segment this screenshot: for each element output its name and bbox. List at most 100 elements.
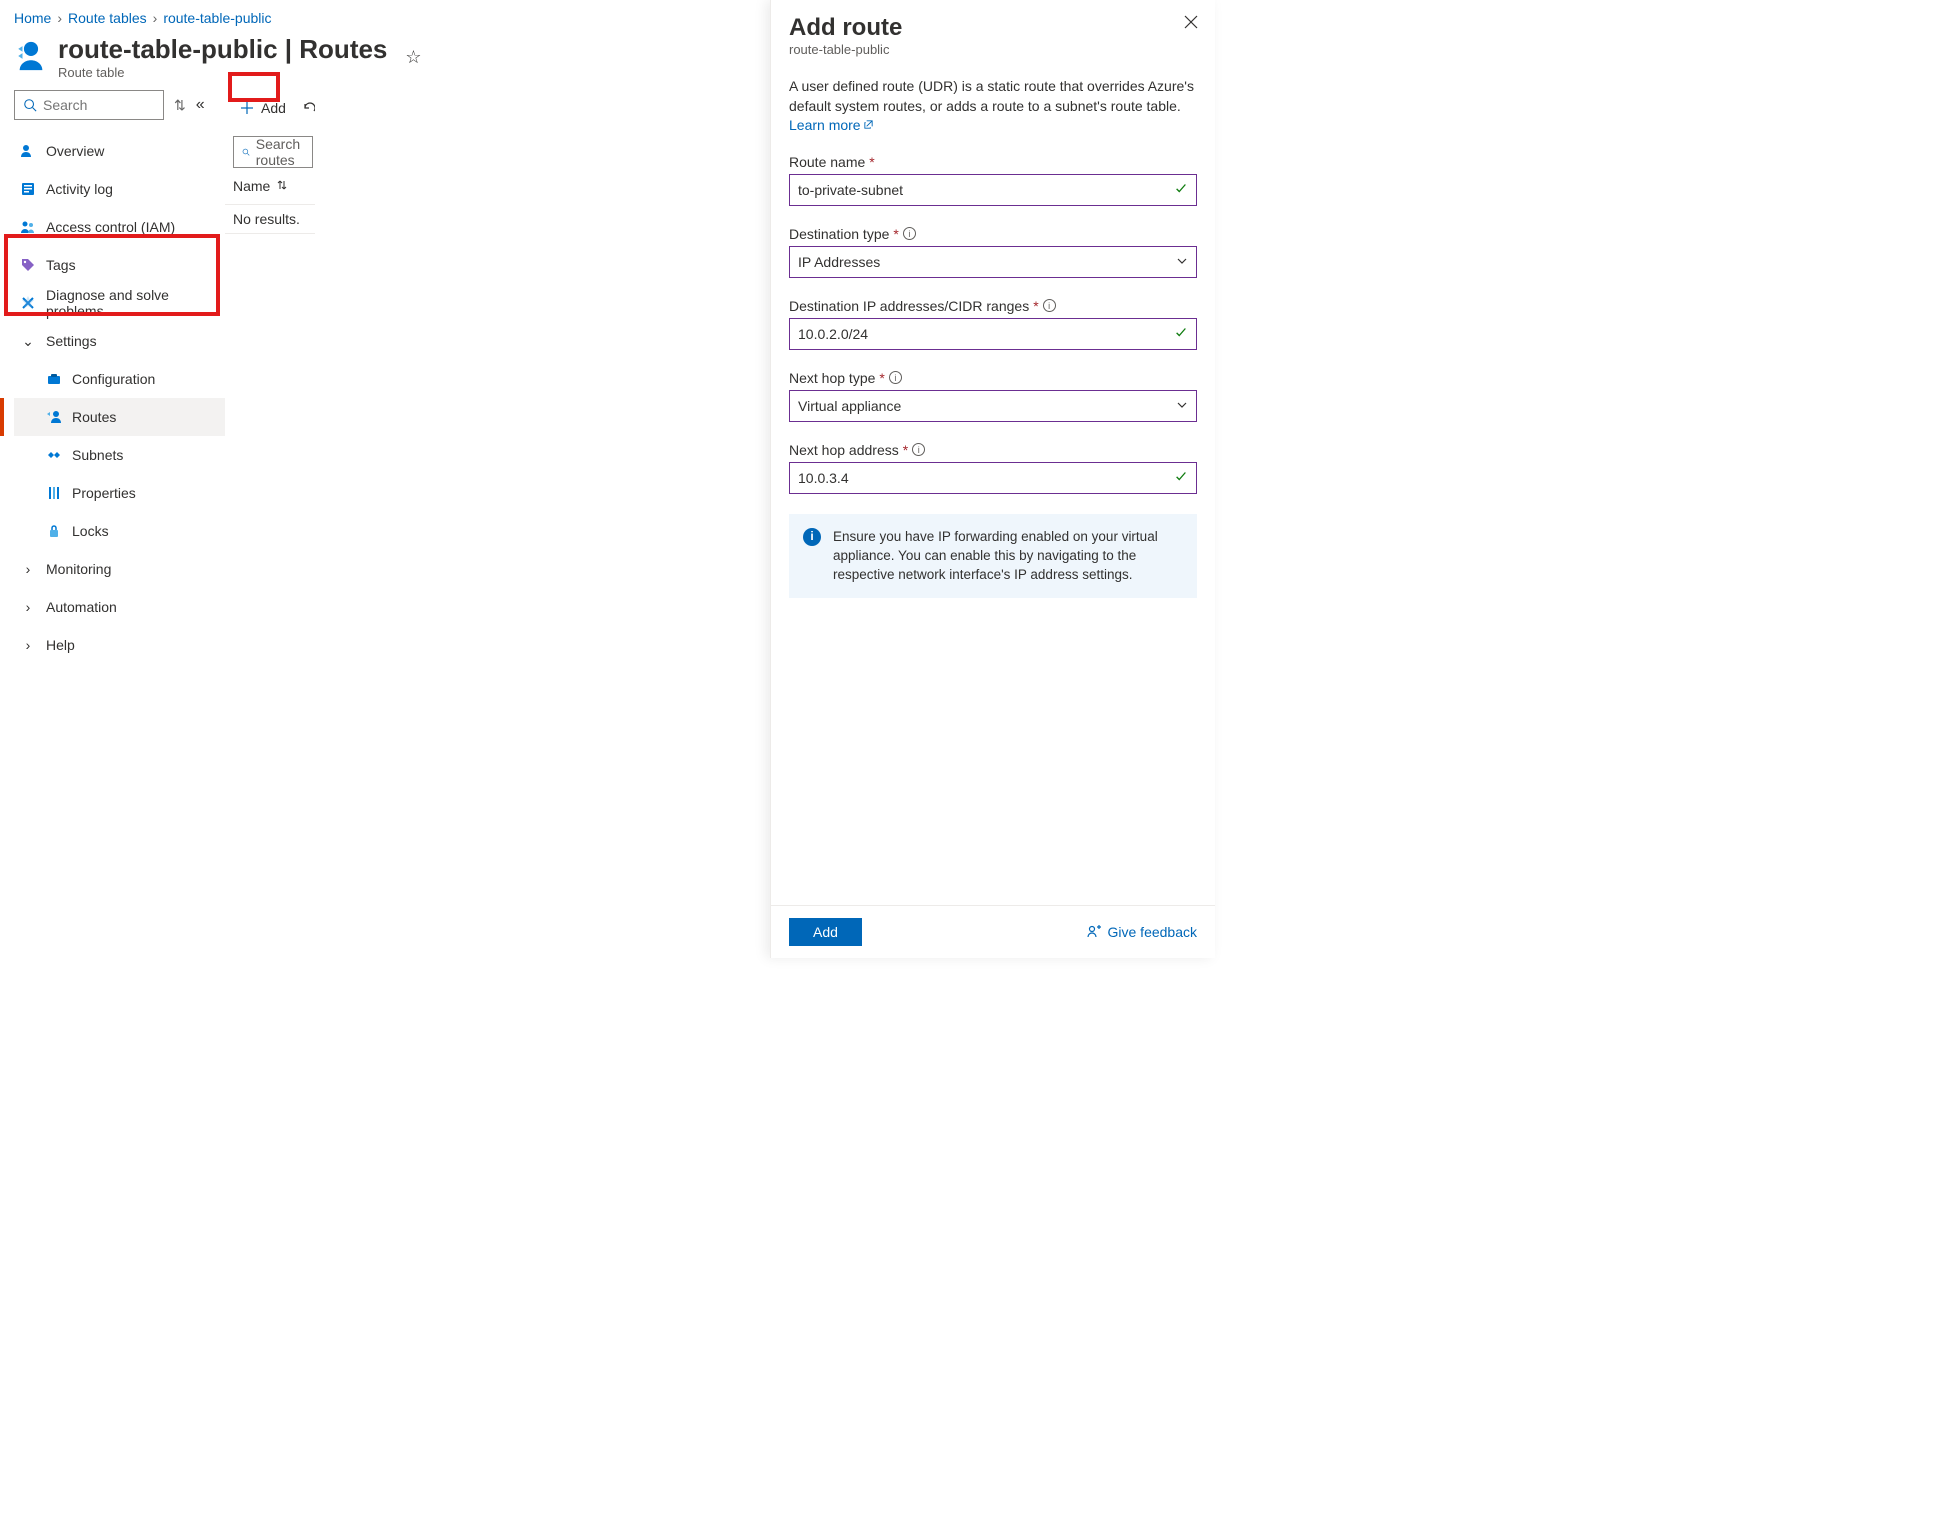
chevron-right-icon: › xyxy=(153,10,158,26)
info-box: i Ensure you have IP forwarding enabled … xyxy=(789,514,1197,599)
search-icon xyxy=(242,145,250,159)
page-title: route-table-public | Routes xyxy=(58,34,387,65)
route-name-label: Route name* xyxy=(789,154,1197,170)
chevron-down-icon: ⌄ xyxy=(20,333,36,349)
search-icon xyxy=(23,98,37,112)
add-button[interactable]: Add xyxy=(233,96,292,120)
properties-icon xyxy=(46,485,62,501)
chevron-right-icon: › xyxy=(57,10,62,26)
info-icon[interactable]: i xyxy=(912,443,925,456)
sidebar-item-configuration[interactable]: Configuration xyxy=(14,360,225,398)
valid-check-icon xyxy=(1174,325,1188,342)
sort-icon xyxy=(276,178,288,194)
sidebar-label: Diagnose and solve problems xyxy=(46,287,219,319)
sidebar-label: Activity log xyxy=(46,181,113,197)
sidebar-label: Settings xyxy=(46,333,97,349)
routes-search-placeholder: Search routes xyxy=(256,136,304,168)
next-hop-address-input[interactable] xyxy=(789,462,1197,494)
routes-icon xyxy=(46,409,62,425)
panel-subtitle: route-table-public xyxy=(789,42,1197,57)
sidebar-label: Automation xyxy=(46,599,117,615)
sidebar-section-settings[interactable]: ⌄ Settings xyxy=(14,322,225,360)
learn-more-link[interactable]: Learn more xyxy=(789,117,874,133)
subnets-icon xyxy=(46,447,62,463)
destination-type-value: IP Addresses xyxy=(798,254,1176,270)
info-icon[interactable]: i xyxy=(889,371,902,384)
sidebar-item-locks[interactable]: Locks xyxy=(14,512,225,550)
diagnose-icon xyxy=(20,295,36,311)
info-icon[interactable]: i xyxy=(903,227,916,240)
column-label: Name xyxy=(233,178,270,194)
sidebar: ⇅ « Overview Activity log Access control… xyxy=(0,90,225,664)
feedback-icon xyxy=(1086,924,1102,940)
table-header-name[interactable]: Name xyxy=(225,168,315,204)
breadcrumb-home[interactable]: Home xyxy=(14,10,51,26)
info-icon[interactable]: i xyxy=(1043,299,1056,312)
sidebar-search[interactable] xyxy=(14,90,164,120)
sidebar-item-overview[interactable]: Overview xyxy=(14,132,225,170)
sidebar-section-monitoring[interactable]: › Monitoring xyxy=(14,550,225,588)
route-name-input[interactable] xyxy=(789,174,1197,206)
sidebar-label: Access control (IAM) xyxy=(46,219,175,235)
give-feedback-link[interactable]: Give feedback xyxy=(1086,924,1198,940)
sidebar-label: Locks xyxy=(72,523,109,539)
sidebar-label: Configuration xyxy=(72,371,155,387)
sidebar-section-automation[interactable]: › Automation xyxy=(14,588,225,626)
routes-search[interactable]: Search routes xyxy=(233,136,313,168)
expand-icon[interactable]: ⇅ xyxy=(174,97,186,114)
chevron-right-icon: › xyxy=(20,637,36,653)
panel-description: A user defined route (UDR) is a static r… xyxy=(789,77,1197,136)
next-hop-address-label: Next hop address* i xyxy=(789,442,1197,458)
sidebar-search-input[interactable] xyxy=(43,97,155,113)
refresh-icon xyxy=(302,100,315,116)
add-route-panel: Add route route-table-public A user defi… xyxy=(770,0,1215,958)
add-label: Add xyxy=(261,100,286,116)
info-circle-icon: i xyxy=(803,528,821,546)
route-name-field[interactable] xyxy=(798,182,1174,198)
sidebar-label: Tags xyxy=(46,257,76,273)
chevron-right-icon: › xyxy=(20,561,36,577)
page-subtitle: Route table xyxy=(58,65,387,80)
next-hop-type-label: Next hop type* i xyxy=(789,370,1197,386)
sidebar-item-tags[interactable]: Tags xyxy=(14,246,225,284)
sidebar-label: Routes xyxy=(72,409,116,425)
close-button[interactable] xyxy=(1183,14,1199,33)
locks-icon xyxy=(46,523,62,539)
valid-check-icon xyxy=(1174,181,1188,198)
chevron-right-icon: › xyxy=(20,599,36,615)
cidr-field[interactable] xyxy=(798,326,1174,342)
panel-add-button[interactable]: Add xyxy=(789,918,862,946)
valid-check-icon xyxy=(1174,469,1188,486)
tags-icon xyxy=(20,257,36,273)
next-hop-type-value: Virtual appliance xyxy=(798,398,1176,414)
configuration-icon xyxy=(46,371,62,387)
chevron-down-icon xyxy=(1176,398,1188,414)
sidebar-item-properties[interactable]: Properties xyxy=(14,474,225,512)
sidebar-label: Properties xyxy=(72,485,136,501)
refresh-button[interactable]: R xyxy=(302,100,315,116)
favorite-star-icon[interactable]: ☆ xyxy=(405,47,421,68)
collapse-sidebar-icon[interactable]: « xyxy=(196,96,205,114)
breadcrumb-route-tables[interactable]: Route tables xyxy=(68,10,147,26)
next-hop-type-select[interactable]: Virtual appliance xyxy=(789,390,1197,422)
info-text: Ensure you have IP forwarding enabled on… xyxy=(833,529,1158,582)
cidr-input[interactable] xyxy=(789,318,1197,350)
breadcrumb-current[interactable]: route-table-public xyxy=(163,10,271,26)
sidebar-section-help[interactable]: › Help xyxy=(14,626,225,664)
destination-type-select[interactable]: IP Addresses xyxy=(789,246,1197,278)
next-hop-address-field[interactable] xyxy=(798,470,1174,486)
overview-icon xyxy=(20,143,36,159)
sidebar-item-subnets[interactable]: Subnets xyxy=(14,436,225,474)
table-empty: No results. xyxy=(225,204,315,234)
close-icon xyxy=(1183,14,1199,30)
sidebar-item-iam[interactable]: Access control (IAM) xyxy=(14,208,225,246)
sidebar-item-activity-log[interactable]: Activity log xyxy=(14,170,225,208)
chevron-down-icon xyxy=(1176,254,1188,270)
sidebar-label: Monitoring xyxy=(46,561,111,577)
iam-icon xyxy=(20,219,36,235)
sidebar-label: Overview xyxy=(46,143,104,159)
sidebar-item-diagnose[interactable]: Diagnose and solve problems xyxy=(14,284,225,322)
external-link-icon xyxy=(863,119,874,130)
sidebar-label: Help xyxy=(46,637,75,653)
sidebar-item-routes[interactable]: Routes xyxy=(14,398,225,436)
